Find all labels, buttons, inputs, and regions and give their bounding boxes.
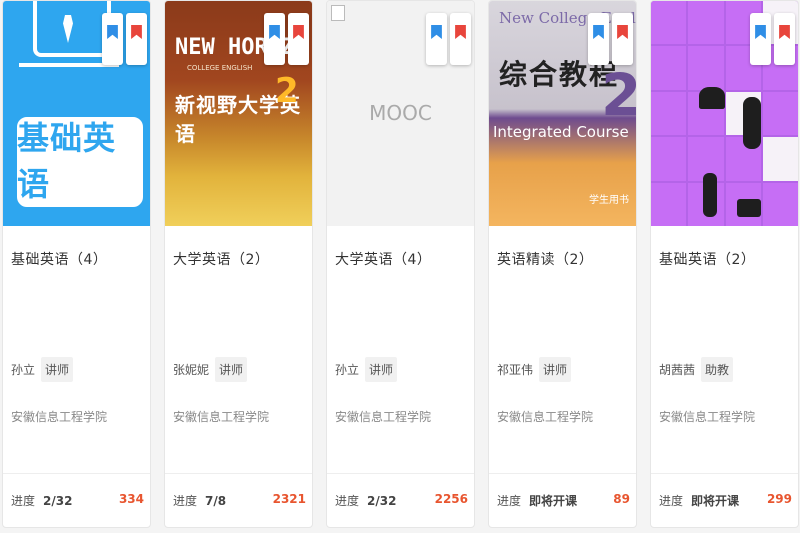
teacher-info: 张妮妮 讲师 [173,357,248,382]
favorite-button[interactable] [126,13,147,65]
teacher-name: 祁亚伟 [497,363,534,377]
bookmark-blue-icon [755,25,766,39]
bookmark-button[interactable] [102,13,123,65]
cover-subtitle: COLLEGE ENGLISH [187,64,253,72]
progress-value: 2/32 [367,494,397,508]
bookmark-button[interactable] [588,13,609,65]
student-count: 89 [613,492,630,506]
progress-value: 2/32 [43,494,73,508]
bookmark-button[interactable] [750,13,771,65]
course-card[interactable]: New College English 综合教程 2 Integrated Co… [488,0,637,528]
course-cover[interactable]: MOOC [327,1,474,226]
bookmark-blue-icon [269,25,280,39]
course-title[interactable]: 基础英语（4） [11,249,107,269]
favorite-button[interactable] [288,13,309,65]
bookmark-red-icon [779,25,790,39]
progress-label: 进度 [659,494,684,508]
cover-small-text: 学生用书 [589,195,629,206]
school-name: 安徽信息工程学院 [11,410,108,424]
teacher-name: 孙立 [11,363,36,377]
progress-label: 进度 [173,494,198,508]
bookmark-red-icon [131,25,142,39]
school-name: 安徽信息工程学院 [659,410,756,424]
student-count: 334 [118,492,144,506]
course-title[interactable]: 英语精读（2） [497,249,593,269]
school-name: 安徽信息工程学院 [335,410,432,424]
course-card-row: 基础英语 基础英语（4） 孙立 讲师 安徽信息工程学院 进度 2/32 334 N… [0,0,800,533]
cover-number: 2 [601,61,636,129]
card-footer: 进度 即将开课 89 [489,473,636,527]
broken-image-icon [331,5,345,21]
teacher-info: 孙立 讲师 [335,357,398,382]
card-footer: 进度 2/32 334 [3,473,150,527]
favorite-button[interactable] [450,13,471,65]
card-footer: 进度 2/32 2256 [327,473,474,527]
teacher-role-tag: 助教 [701,357,734,382]
cover-figure [699,87,725,109]
course-card[interactable]: 基础英语（2） 胡茜茜 助教 安徽信息工程学院 进度 即将开课 299 [650,0,799,528]
student-count: 299 [766,492,792,506]
course-card[interactable]: 基础英语 基础英语（4） 孙立 讲师 安徽信息工程学院 进度 2/32 334 [2,0,151,528]
progress: 进度 2/32 [11,492,72,509]
cover-board-icon [33,1,111,57]
course-cover[interactable]: 基础英语 [3,1,150,226]
cover-figure [703,173,717,217]
cover-number: 2 [275,71,299,111]
teacher-role-tag: 讲师 [215,357,248,382]
teacher-name: 张妮妮 [173,363,210,377]
teacher-role-tag: 讲师 [41,357,74,382]
progress-label: 进度 [11,494,36,508]
bookmark-button[interactable] [264,13,285,65]
course-card[interactable]: NEW HORIZ COLLEGE ENGLISH 新视野大学英语 2 大学英语… [164,0,313,528]
bookmark-blue-icon [593,25,604,39]
progress-value: 即将开课 [691,494,740,508]
progress: 进度 2/32 [335,492,396,509]
progress: 进度 即将开课 [659,492,739,509]
course-card[interactable]: MOOC 大学英语（4） 孙立 讲师 安徽信息工程学院 进度 2/32 2256 [326,0,475,528]
student-count: 2321 [272,492,306,506]
bookmark-blue-icon [431,25,442,39]
bookmark-red-icon [617,25,628,39]
teacher-role-tag: 讲师 [365,357,398,382]
teacher-name: 胡茜茜 [659,363,696,377]
progress-label: 进度 [497,494,522,508]
school-name: 安徽信息工程学院 [497,410,594,424]
cover-figure [743,97,761,149]
course-cover[interactable] [651,1,798,226]
card-footer: 进度 即将开课 299 [651,473,798,527]
progress: 进度 7/8 [173,492,226,509]
cover-text: MOOC [369,101,432,125]
bookmark-button[interactable] [426,13,447,65]
teacher-name: 孙立 [335,363,360,377]
cover-text: 基础英语 [17,119,117,203]
bookmark-blue-icon [107,25,118,39]
favorite-button[interactable] [774,13,795,65]
bookmark-red-icon [293,25,304,39]
cover-figure [737,199,761,217]
progress-value: 7/8 [205,494,227,508]
card-footer: 进度 7/8 2321 [165,473,312,527]
progress: 进度 即将开课 [497,492,577,509]
progress-value: 即将开课 [529,494,578,508]
cover-course-name: Integrated Course [493,123,629,141]
course-title[interactable]: 基础英语（2） [659,249,755,269]
teacher-info: 孙立 讲师 [11,357,74,382]
student-count: 2256 [434,492,468,506]
course-cover[interactable]: New College English 综合教程 2 Integrated Co… [489,1,636,226]
course-cover[interactable]: NEW HORIZ COLLEGE ENGLISH 新视野大学英语 2 [165,1,312,226]
favorite-button[interactable] [612,13,633,65]
course-title[interactable]: 大学英语（2） [173,249,269,269]
course-title[interactable]: 大学英语（4） [335,249,431,269]
bookmark-red-icon [455,25,466,39]
teacher-info: 祁亚伟 讲师 [497,357,572,382]
teacher-role-tag: 讲师 [539,357,572,382]
school-name: 安徽信息工程学院 [173,410,270,424]
teacher-info: 胡茜茜 助教 [659,357,734,382]
progress-label: 进度 [335,494,360,508]
